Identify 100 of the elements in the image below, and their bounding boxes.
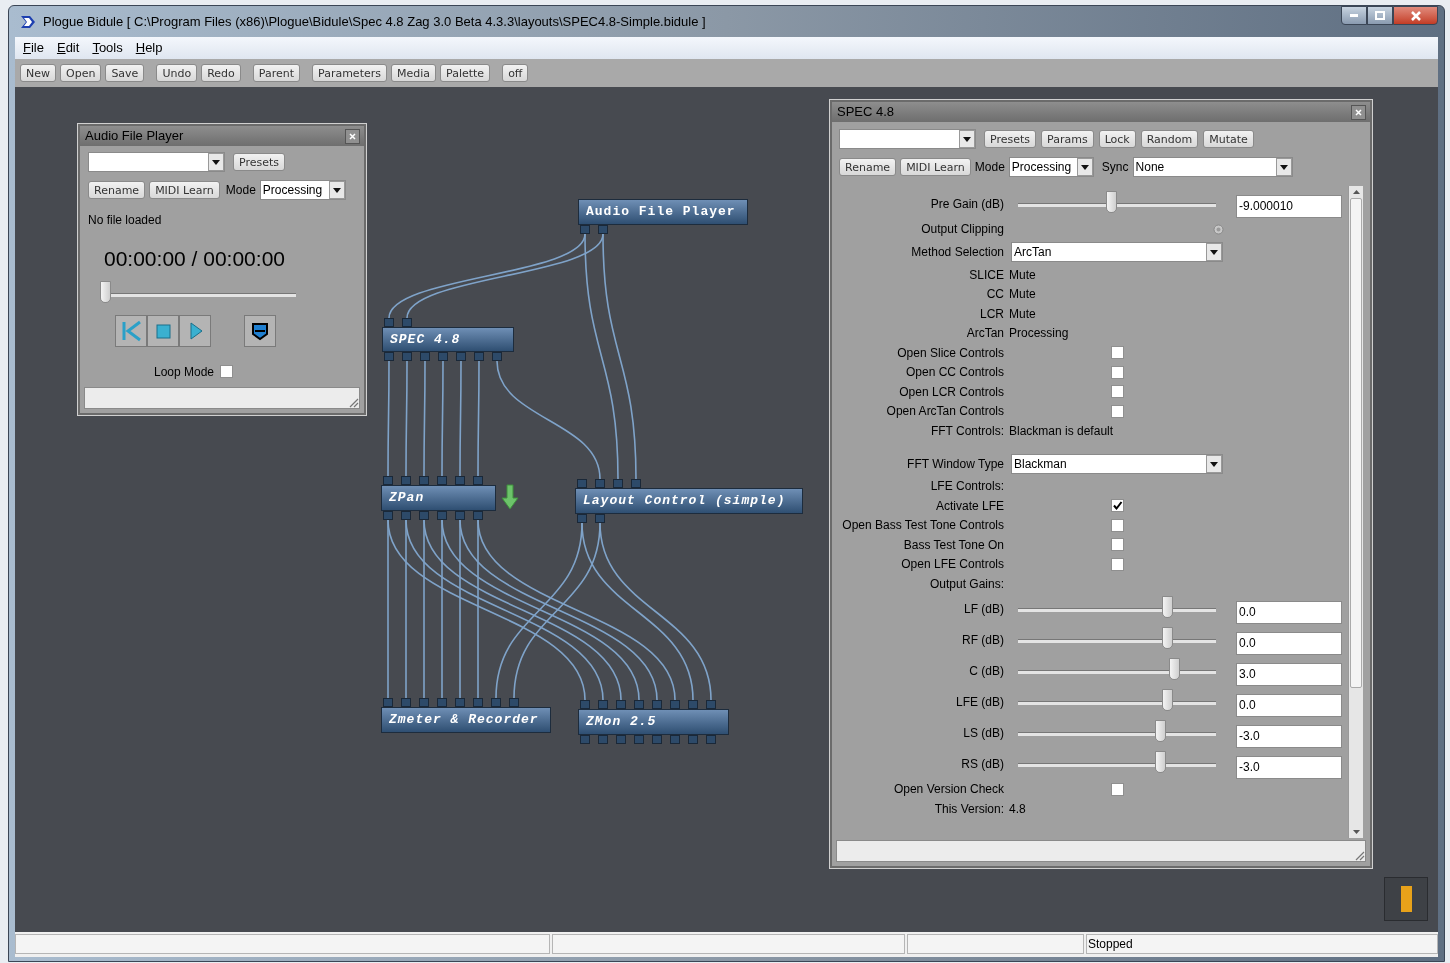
status-text: Stopped [1086, 934, 1438, 954]
slider-track[interactable] [1018, 751, 1216, 773]
toolbar-button[interactable]: Open [60, 64, 102, 82]
resize-grip-icon[interactable] [1353, 849, 1365, 861]
mode-dropdown[interactable]: Processing [259, 180, 346, 200]
module-node[interactable]: ZMon 2.5 [578, 709, 729, 735]
shield-icon [250, 320, 270, 341]
maximize-button[interactable] [1367, 6, 1393, 25]
toolbar-button[interactable]: off [502, 64, 529, 82]
parameter-value: Processing [1009, 325, 1069, 343]
indicator-light-icon [1213, 223, 1224, 235]
checkbox[interactable] [1111, 557, 1124, 571]
button[interactable]: MIDI Learn [149, 181, 220, 199]
slider-track[interactable] [100, 280, 296, 303]
button[interactable]: Mutate [1203, 130, 1254, 148]
button[interactable]: MIDI Learn [900, 158, 971, 176]
module-node[interactable]: Layout Control (simple) [575, 488, 803, 514]
checkbox[interactable] [1111, 365, 1124, 379]
down-arrow-icon [501, 484, 519, 510]
module-node[interactable]: ZPan [381, 485, 496, 511]
slider-thumb[interactable] [1162, 596, 1173, 618]
panel-title: Audio File Player [85, 127, 184, 146]
module-node[interactable]: Audio File Player [578, 199, 748, 225]
toolbar-button[interactable]: Palette [440, 64, 491, 82]
parameter-label: LS (dB) [962, 725, 1004, 742]
indicator-bar [1400, 886, 1412, 912]
scrollbar-thumb[interactable] [1350, 198, 1362, 688]
slider-thumb[interactable] [1154, 720, 1166, 742]
button[interactable]: Params [1041, 130, 1094, 148]
slider-track[interactable] [1018, 627, 1216, 649]
value-field[interactable]: -3.0 [1236, 755, 1342, 779]
toolbar-button[interactable]: Redo [201, 64, 241, 82]
checkbox[interactable] [1111, 346, 1124, 360]
parameter-value: Blackman is default [1009, 422, 1114, 440]
parameter-label: LFE (dB) [955, 694, 1004, 711]
value-field[interactable]: 0.0 [1236, 693, 1342, 717]
parameter-label: LFE Controls: [929, 478, 1004, 496]
value-field[interactable]: 0.0 [1236, 600, 1342, 624]
minimize-button[interactable] [1341, 6, 1367, 25]
maximize-icon [1375, 11, 1385, 20]
checkbox[interactable] [1111, 499, 1124, 513]
sync-dropdown[interactable]: None [1132, 157, 1293, 177]
toolbar-button[interactable]: Parent [252, 64, 300, 82]
menu-item[interactable]: Tools [86, 38, 129, 58]
toolbar-button[interactable]: New [20, 64, 56, 82]
slider-thumb[interactable] [1162, 689, 1173, 711]
checkbox[interactable] [1111, 385, 1124, 399]
checkbox[interactable] [220, 365, 234, 378]
parameter-label: This Version: [933, 800, 1004, 818]
menu-item[interactable]: File [17, 38, 50, 58]
value-field[interactable]: 3.0 [1236, 662, 1342, 686]
close-button[interactable] [345, 128, 360, 144]
value-field[interactable]: -3.0 [1236, 724, 1342, 748]
slider-track[interactable] [1018, 658, 1216, 680]
resize-grip-icon[interactable] [347, 396, 359, 408]
parameter-label: Open LCR Controls [898, 383, 1004, 401]
parameter-dropdown[interactable]: Blackman [1011, 453, 1223, 474]
toolbar-button[interactable]: Parameters [312, 64, 387, 82]
slider-thumb[interactable] [1154, 751, 1166, 773]
parameter-label: RS (dB) [960, 756, 1004, 773]
checkbox[interactable] [1111, 518, 1124, 532]
slider-thumb[interactable] [100, 280, 111, 303]
close-button[interactable] [1393, 6, 1438, 25]
transport-button[interactable] [244, 314, 276, 347]
toolbar-button[interactable]: Media [391, 64, 437, 82]
mode-label: Mode [225, 182, 256, 199]
mode-dropdown[interactable]: Processing [1008, 157, 1094, 177]
checkbox[interactable] [1111, 782, 1124, 796]
button[interactable]: Presets [984, 130, 1037, 148]
slider-thumb[interactable] [1105, 190, 1117, 213]
menu-item[interactable]: Edit [50, 38, 86, 58]
toolbar-button[interactable]: Undo [156, 64, 198, 82]
parameter-label: Output Gains: [928, 575, 1004, 593]
parameter-label: Open LFE Controls [900, 556, 1004, 574]
value-field[interactable]: 0.0 [1236, 631, 1342, 655]
parameter-value: Mute [1009, 286, 1036, 304]
button[interactable]: Lock [1098, 130, 1136, 148]
slider-track[interactable] [1018, 596, 1216, 618]
close-button[interactable] [1351, 104, 1366, 120]
presets-button[interactable]: Presets [233, 153, 286, 171]
parameter-dropdown[interactable]: ArcTan [1011, 242, 1223, 262]
button[interactable]: Rename [88, 181, 146, 199]
button[interactable]: Rename [839, 158, 897, 176]
menu-item[interactable]: Help [129, 38, 169, 58]
button[interactable]: Random [1140, 130, 1199, 148]
parameter-label: FFT Controls: [929, 422, 1004, 440]
checkbox[interactable] [1111, 404, 1124, 418]
loop-mode-label: Loop Mode [154, 363, 215, 381]
slider-track[interactable] [1018, 720, 1216, 742]
toolbar-button[interactable]: Save [105, 64, 145, 82]
checkbox[interactable] [1111, 538, 1124, 552]
slider-thumb[interactable] [1162, 627, 1173, 649]
module-node[interactable]: Zmeter & Recorder [381, 707, 551, 733]
scrollbar[interactable] [1348, 186, 1363, 838]
slider-track[interactable] [1018, 689, 1216, 711]
slider-track[interactable] [1018, 190, 1216, 213]
slider-thumb[interactable] [1169, 658, 1181, 680]
value-field[interactable]: -9.000010 [1236, 195, 1342, 218]
module-node[interactable]: SPEC 4.8 [382, 327, 514, 352]
parameter-label: Output Clipping [920, 221, 1004, 238]
